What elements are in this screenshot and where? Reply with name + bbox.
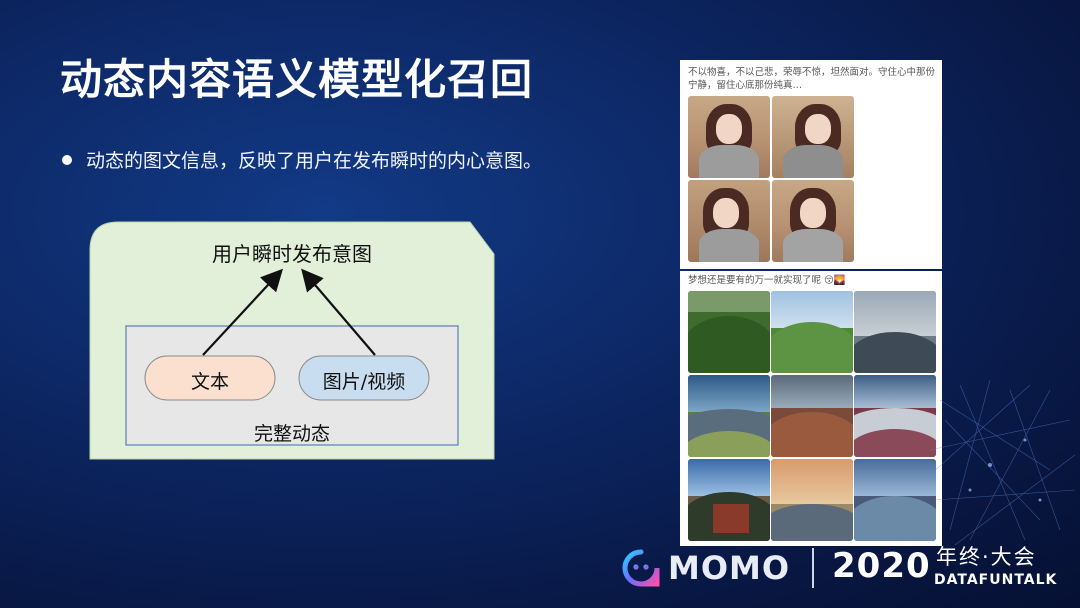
post-caption: 不以物喜，不以己悲，荣辱不惊，坦然面对。守住心中那份宁静，留住心底那份纯真… (688, 67, 936, 91)
bullet-dot-icon (62, 154, 72, 165)
post-image (771, 375, 853, 457)
datafun-brand: DATAFUNTALK (934, 572, 1058, 588)
post-image (854, 291, 936, 373)
post-caption: 梦想还是要有的万一就实现了呢 😚🌄 (688, 275, 846, 286)
post-image (688, 375, 770, 457)
event-name: 年终·大会 (936, 545, 1037, 569)
post-screenshot-landscapes: 梦想还是要有的万一就实现了呢 😚🌄 (680, 271, 942, 546)
intent-label: 用户瞬时发布意图 (212, 242, 372, 266)
post-image (771, 459, 853, 541)
post-image (688, 291, 770, 373)
momo-logo: MOMO (622, 546, 790, 590)
momo-logo-text: MOMO (668, 549, 791, 587)
bullet-point: 动态的图文信息，反映了用户在发布瞬时的内心意图。 (62, 146, 542, 173)
post-image (854, 459, 936, 541)
post-image (772, 96, 854, 178)
momo-logo-icon (622, 549, 660, 587)
bullet-text: 动态的图文信息，反映了用户在发布瞬时的内心意图。 (86, 150, 543, 172)
post-image (772, 180, 854, 262)
intent-diagram: 用户瞬时发布意图 文本 图片/视频 完整动态 (88, 220, 496, 460)
media-node-label: 图片/视频 (322, 371, 406, 393)
text-node-label: 文本 (190, 371, 229, 393)
event-year: 2020 (832, 546, 931, 586)
post-image (688, 96, 770, 178)
post-screenshot-portraits: 不以物喜，不以己悲，荣辱不惊，坦然面对。守住心中那份宁静，留住心底那份纯真… (680, 60, 942, 269)
post-image (688, 180, 770, 262)
complete-post-label: 完整动态 (253, 423, 330, 445)
post-image (688, 459, 770, 541)
post-image (854, 375, 936, 457)
slide-title: 动态内容语义模型化召回 (60, 55, 534, 104)
network-decoration-icon (930, 380, 1076, 546)
post-image (771, 291, 853, 373)
footer-divider (812, 548, 814, 588)
